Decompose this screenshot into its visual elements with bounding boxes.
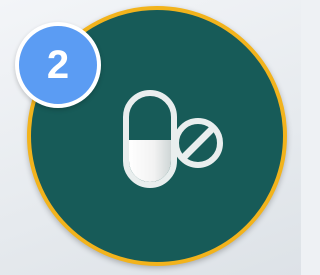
step-number-badge: 2 <box>15 22 101 108</box>
step-card: 2 <box>0 0 301 275</box>
pills-icon <box>120 85 230 195</box>
step-number: 2 <box>46 43 70 87</box>
